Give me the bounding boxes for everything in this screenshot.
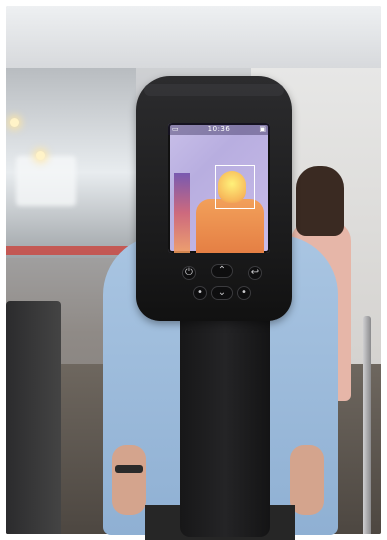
center-button[interactable]: •: [193, 286, 207, 300]
chevron-down-icon: ⌄: [217, 287, 227, 298]
battery-icon: ▭: [172, 125, 179, 133]
ceiling: [6, 6, 381, 68]
left-stand: [6, 301, 61, 534]
measurement-box: [215, 165, 255, 209]
screen-status-bar: ▭ 10:36 ▣: [168, 123, 270, 135]
chevron-up-icon: ⌃: [217, 265, 227, 276]
thermal-screen: ▭ 10:36 ▣: [168, 123, 270, 253]
device-handle: [180, 305, 270, 537]
dot-icon: •: [241, 287, 247, 298]
dot-icon: •: [197, 287, 203, 298]
return-icon: ↩: [250, 267, 260, 278]
wrist-watch: [115, 465, 143, 473]
right-rail: [363, 316, 371, 534]
person-left-hand: [112, 445, 146, 515]
power-icon: ⏻: [185, 267, 193, 278]
screen-time: 10:36: [207, 125, 231, 133]
back-button[interactable]: ↩: [248, 266, 262, 280]
thermal-left-object: [174, 173, 190, 253]
photo-frame: ▭ 10:36 ▣ ⏻ ⌃ ↩ • ⌄ •: [0, 0, 387, 540]
window-glare: [16, 156, 76, 206]
device-buttons: ⏻ ⌃ ↩ • ⌄ •: [178, 262, 266, 304]
down-button[interactable]: ⌄: [211, 286, 233, 300]
signal-icon: ▣: [259, 125, 266, 133]
ceiling-light-2: [36, 151, 45, 160]
power-button[interactable]: ⏻: [182, 266, 196, 280]
right-button[interactable]: •: [237, 286, 251, 300]
ceiling-light-1: [10, 118, 19, 127]
device-rim: [144, 84, 284, 96]
person-right-hand: [290, 445, 324, 515]
background-person-hair: [296, 166, 344, 236]
up-button[interactable]: ⌃: [211, 264, 233, 278]
